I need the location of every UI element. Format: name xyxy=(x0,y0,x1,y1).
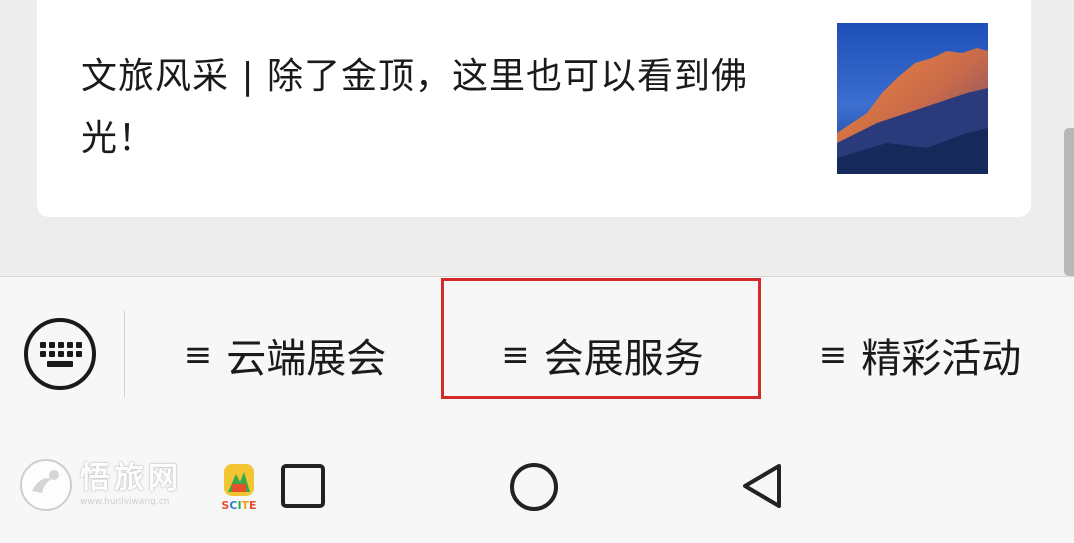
triangle-back-icon xyxy=(743,464,781,508)
square-icon xyxy=(281,464,325,508)
watermark: 悟旅网 www.hunlviwang.cn xyxy=(18,455,218,515)
menu-item-cloud-expo[interactable]: ≡ 云端展会 xyxy=(150,313,420,397)
menu-item-label: 云端展会 xyxy=(226,336,387,382)
article-title[interactable]: 文旅风采 | 除了金顶，这里也可以看到佛光！ xyxy=(81,46,811,170)
watermark-url: www.hunlviwang.cn xyxy=(80,497,170,507)
menu-item-highlight-events[interactable]: ≡ 精彩活动 xyxy=(790,313,1050,397)
scite-logo-icon xyxy=(224,464,254,496)
circle-icon xyxy=(510,463,558,511)
menu-lines-icon: ≡ xyxy=(183,335,213,375)
watermark-logo-icon xyxy=(20,459,72,511)
menu-lines-icon: ≡ xyxy=(818,335,848,375)
keyboard-icon xyxy=(24,318,96,390)
recent-apps-button[interactable] xyxy=(275,458,331,514)
article-thumbnail[interactable] xyxy=(837,23,988,174)
article-card[interactable]: 文旅风采 | 除了金顶，这里也可以看到佛光！ xyxy=(37,0,1031,217)
scite-badge: SCITE xyxy=(216,462,262,514)
keyboard-toggle-button[interactable] xyxy=(23,317,97,391)
watermark-title: 悟旅网 xyxy=(80,461,182,496)
mountain-photo-icon xyxy=(837,23,988,174)
scite-label: SCITE xyxy=(221,499,257,512)
chat-content-area: 文旅风采 | 除了金顶，这里也可以看到佛光！ xyxy=(0,0,1074,276)
back-button[interactable] xyxy=(735,458,791,514)
scrollbar[interactable] xyxy=(1064,128,1074,276)
highlight-box xyxy=(441,278,761,399)
menu-item-label: 精彩活动 xyxy=(861,336,1022,382)
home-button[interactable] xyxy=(505,458,563,516)
menu-separator xyxy=(124,311,125,397)
